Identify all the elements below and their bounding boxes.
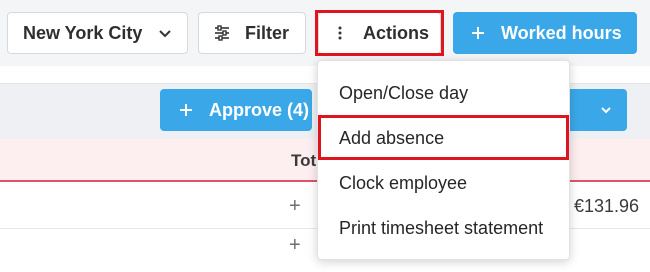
approve-label: Approve (4): [209, 99, 310, 120]
menu-item-add-absence[interactable]: Add absence: [339, 128, 444, 149]
plus-icon: [471, 26, 485, 40]
approve-button[interactable]: Approve (4): [160, 89, 312, 131]
worked-hours-label: Worked hours: [501, 22, 622, 43]
sliders-icon: [213, 25, 231, 41]
chevron-down-icon: [157, 25, 173, 41]
column-header-total: Tot: [291, 151, 317, 170]
row-amount: €131.96: [574, 196, 640, 216]
filter-label: Filter: [245, 22, 290, 43]
chevron-down-icon: [599, 103, 613, 117]
approve-dropdown-button[interactable]: [585, 89, 627, 131]
actions-button[interactable]: Actions: [318, 12, 441, 54]
actions-label: Actions: [363, 22, 430, 43]
worked-hours-button[interactable]: Worked hours: [453, 12, 637, 54]
filter-button[interactable]: Filter: [198, 12, 306, 54]
add-entry-button[interactable]: +: [289, 234, 301, 257]
plus-icon: [179, 103, 193, 117]
add-entry-button[interactable]: +: [289, 195, 301, 218]
city-select-value: New York City: [23, 22, 143, 43]
menu-item-open-close-day[interactable]: Open/Close day: [339, 83, 468, 104]
menu-item-print-timesheet-statement[interactable]: Print timesheet statement: [339, 218, 543, 239]
actions-menu: Open/Close day Add absence Clock employe…: [317, 60, 570, 260]
menu-item-clock-employee[interactable]: Clock employee: [339, 173, 467, 194]
top-toolbar: New York City Filter Actions Worked hour…: [0, 0, 650, 66]
city-select[interactable]: New York City: [7, 12, 188, 54]
vertical-dots-icon: [337, 25, 343, 41]
